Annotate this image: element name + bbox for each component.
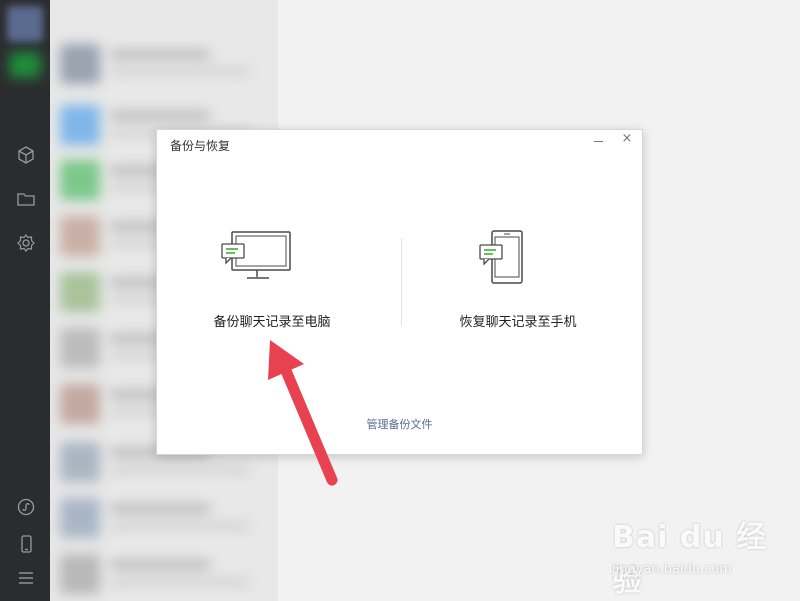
gear-icon[interactable]	[15, 232, 37, 254]
chat-tab-icon[interactable]	[9, 52, 41, 78]
watermark-logo: Bai du 经验	[612, 520, 768, 599]
list-item[interactable]	[50, 488, 278, 546]
backup-to-pc-label: 备份聊天记录至电脑	[213, 315, 331, 330]
phone-icon[interactable]	[15, 533, 37, 555]
phone-chat-icon	[479, 230, 523, 284]
restore-to-phone-label: 恢复聊天记录至手机	[459, 315, 577, 330]
list-item[interactable]	[50, 544, 278, 601]
backup-restore-dialog: 备份与恢复 × 备份聊天记录至电脑 恢复聊天记录至手机 管理备份文件	[156, 129, 643, 455]
backup-to-pc-button[interactable]: 备份聊天记录至电脑	[157, 230, 387, 340]
baidu-jingyan-watermark: Bai du 经验 jingyan.baidu.com	[612, 512, 792, 599]
folder-icon[interactable]	[15, 188, 37, 210]
watermark-url: jingyan.baidu.com	[612, 562, 732, 577]
restore-to-phone-button[interactable]: 恢复聊天记录至手机	[403, 230, 633, 340]
manage-backup-files-link[interactable]: 管理备份文件	[157, 416, 642, 432]
sidebar	[0, 0, 50, 601]
minimize-icon[interactable]	[592, 133, 606, 147]
menu-icon[interactable]	[15, 567, 37, 589]
close-icon[interactable]: ×	[620, 132, 634, 146]
computer-chat-icon	[221, 231, 291, 279]
cube-icon[interactable]	[15, 144, 37, 166]
divider	[401, 238, 402, 326]
dialog-title: 备份与恢复	[170, 139, 231, 153]
avatar[interactable]	[7, 6, 43, 42]
mini-program-icon[interactable]	[15, 496, 37, 518]
list-item[interactable]	[50, 34, 278, 92]
